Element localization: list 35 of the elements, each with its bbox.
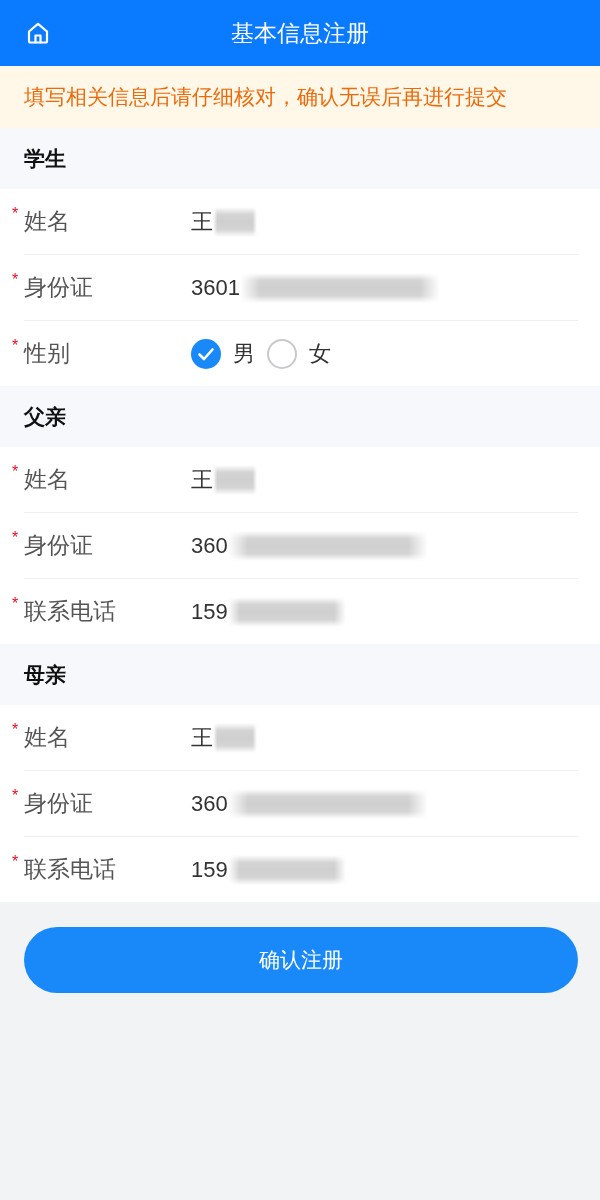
field-label: 性别 [24, 339, 70, 368]
field-label: 身份证 [24, 789, 93, 818]
field-label: 身份证 [24, 273, 93, 302]
radio-option[interactable]: 女 [267, 338, 331, 369]
field-label: 联系电话 [24, 855, 116, 884]
input-field[interactable]: 王 [191, 459, 578, 500]
required-mark: * [12, 464, 20, 480]
input-field[interactable]: 159 [191, 591, 578, 632]
input-field[interactable]: 360 [191, 525, 578, 566]
section-header: 父亲 [0, 386, 600, 447]
field-label: 联系电话 [24, 597, 116, 626]
notice-banner: 填写相关信息后请仔细核对，确认无误后再进行提交 [0, 66, 600, 128]
radio-option[interactable]: 男 [191, 338, 255, 369]
required-mark: * [12, 788, 20, 804]
required-mark: * [12, 206, 20, 222]
input-field[interactable]: 360 [191, 783, 578, 824]
required-mark: * [12, 272, 20, 288]
required-mark: * [12, 722, 20, 738]
section-header: 学生 [0, 128, 600, 189]
field-label: 姓名 [24, 723, 70, 752]
required-mark: * [12, 596, 20, 612]
home-icon[interactable] [26, 21, 50, 45]
required-mark: * [12, 338, 20, 354]
input-field[interactable]: 王 [191, 717, 578, 758]
field-label: 身份证 [24, 531, 93, 560]
section-header: 母亲 [0, 644, 600, 705]
required-mark: * [12, 854, 20, 870]
input-field[interactable]: 3601 [191, 267, 578, 308]
field-label: 姓名 [24, 207, 70, 236]
submit-button[interactable]: 确认注册 [24, 927, 578, 993]
input-field[interactable]: 159 [191, 849, 578, 890]
page-title: 基本信息注册 [231, 18, 369, 48]
input-field[interactable]: 王 [191, 201, 578, 242]
required-mark: * [12, 530, 20, 546]
field-label: 姓名 [24, 465, 70, 494]
